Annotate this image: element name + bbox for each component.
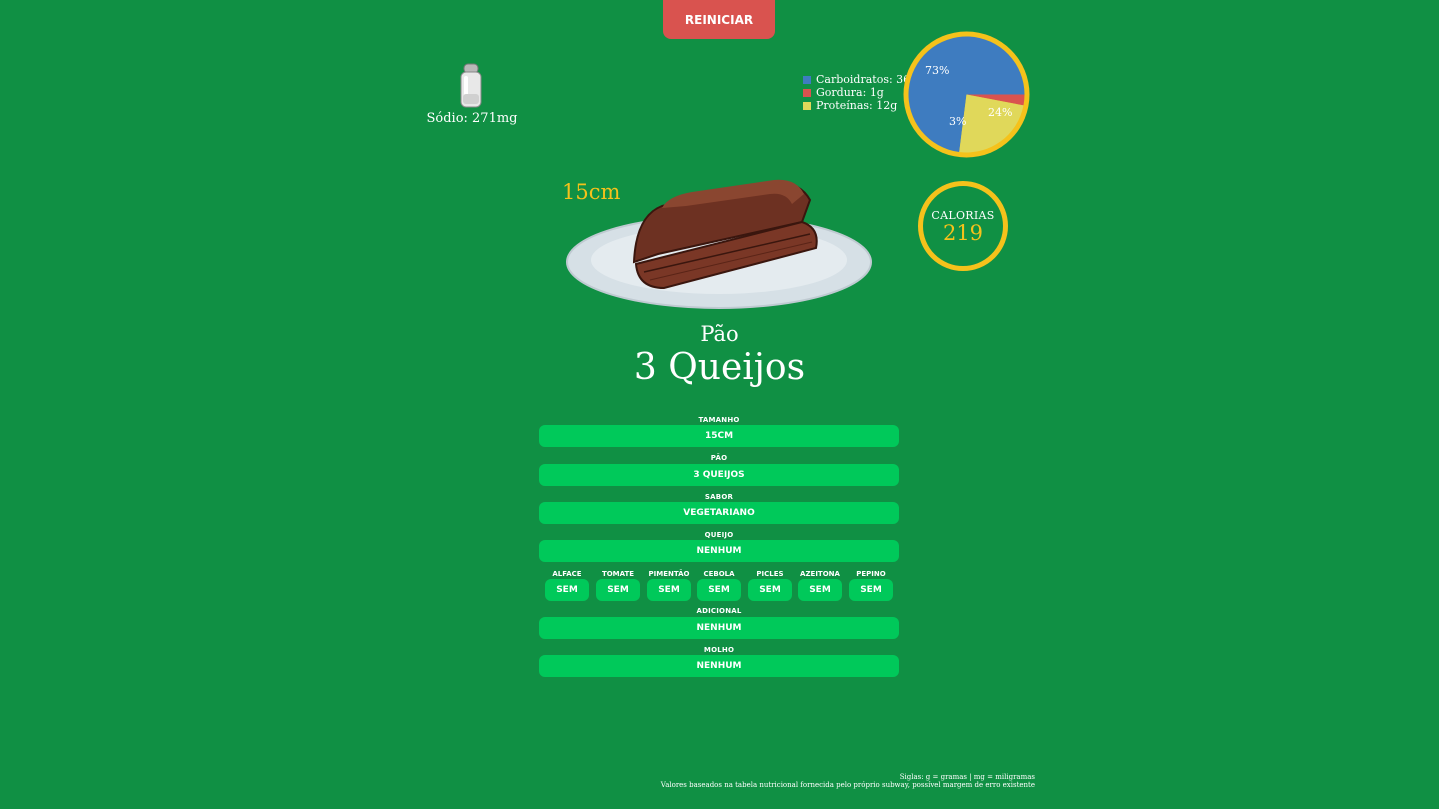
- veggie-toggle-azeitona[interactable]: SEM: [798, 579, 842, 601]
- legend-swatch-carbs: [803, 75, 811, 84]
- veggie-tomate: TOMATE SEM: [596, 569, 640, 601]
- veggie-toggle-pepino[interactable]: SEM: [849, 579, 893, 601]
- pie-label-carbs: 73%: [925, 64, 950, 77]
- veggie-alface: ALFACE SEM: [545, 569, 589, 601]
- cheese-label: QUEIJO: [704, 531, 734, 539]
- flavor-label: SABOR: [704, 493, 734, 501]
- veggie-toggle-pimentao[interactable]: SEM: [647, 579, 691, 601]
- calories-title: CALORIAS: [931, 208, 995, 222]
- veggie-azeitona: AZEITONA SEM: [798, 569, 842, 601]
- flavor-select[interactable]: VEGETARIANO: [539, 502, 899, 524]
- veggie-toggle-tomate[interactable]: SEM: [596, 579, 640, 601]
- sauce-label: MOLHO: [703, 646, 735, 654]
- size-preview-label: 15cm: [562, 180, 621, 204]
- legend-swatch-fat: [803, 88, 811, 97]
- pie-label-protein: 24%: [988, 106, 1013, 119]
- veggie-label: CEBOLA: [703, 570, 735, 578]
- footer-line-1: Siglas: g = gramas | mg = miligramas: [899, 773, 1035, 781]
- veggie-label: PICLES: [756, 570, 784, 578]
- veggie-pimentao: PIMENTÃO SEM: [647, 569, 691, 601]
- veggie-toggle-picles[interactable]: SEM: [748, 579, 792, 601]
- bread-type-label: Pão: [700, 322, 739, 346]
- veggie-label: PEPINO: [856, 570, 886, 578]
- veggie-label: ALFACE: [552, 570, 582, 578]
- calories-badge: CALORIAS 219: [918, 181, 1008, 271]
- bread-name: 3 Queijos: [633, 347, 806, 388]
- footer-line-2: Valores baseados na tabela nutricional f…: [660, 781, 1035, 789]
- cheese-select[interactable]: NENHUM: [539, 540, 899, 562]
- veggie-toggle-alface[interactable]: SEM: [545, 579, 589, 601]
- veggie-label: TOMATE: [601, 570, 635, 578]
- pie-label-fat: 3%: [949, 115, 967, 128]
- footer-notes: Siglas: g = gramas | mg = miligramas Val…: [661, 773, 1035, 789]
- extra-select[interactable]: NENHUM: [539, 617, 899, 639]
- salt-shaker-icon: [460, 63, 482, 108]
- extra-label: ADICIONAL: [696, 607, 742, 615]
- sauce-select[interactable]: NENHUM: [539, 655, 899, 677]
- veggie-label: PIMENTÃO: [648, 570, 690, 578]
- reset-button[interactable]: REINICIAR: [663, 0, 775, 39]
- legend-label-fat: Gordura: 1g: [816, 86, 884, 99]
- legend-swatch-protein: [803, 101, 811, 110]
- pie-svg: [903, 31, 1030, 158]
- bread-label: PÃO: [710, 454, 728, 462]
- veggie-pepino: PEPINO SEM: [849, 569, 893, 601]
- sodium-label: Sódio: 271mg: [426, 111, 518, 126]
- macro-pie-chart: 73% 3% 24%: [900, 28, 1033, 161]
- size-select[interactable]: 15CM: [539, 425, 899, 447]
- bread-select[interactable]: 3 QUEIJOS: [539, 464, 899, 486]
- size-label: TAMANHO: [698, 416, 740, 424]
- calories-value: 219: [942, 220, 984, 245]
- veggie-cebola: CEBOLA SEM: [697, 569, 741, 601]
- veggie-picles: PICLES SEM: [748, 569, 792, 601]
- veggie-label: AZEITONA: [800, 570, 840, 578]
- legend-label-protein: Proteínas: 12g: [816, 99, 898, 112]
- veggie-toggle-cebola[interactable]: SEM: [697, 579, 741, 601]
